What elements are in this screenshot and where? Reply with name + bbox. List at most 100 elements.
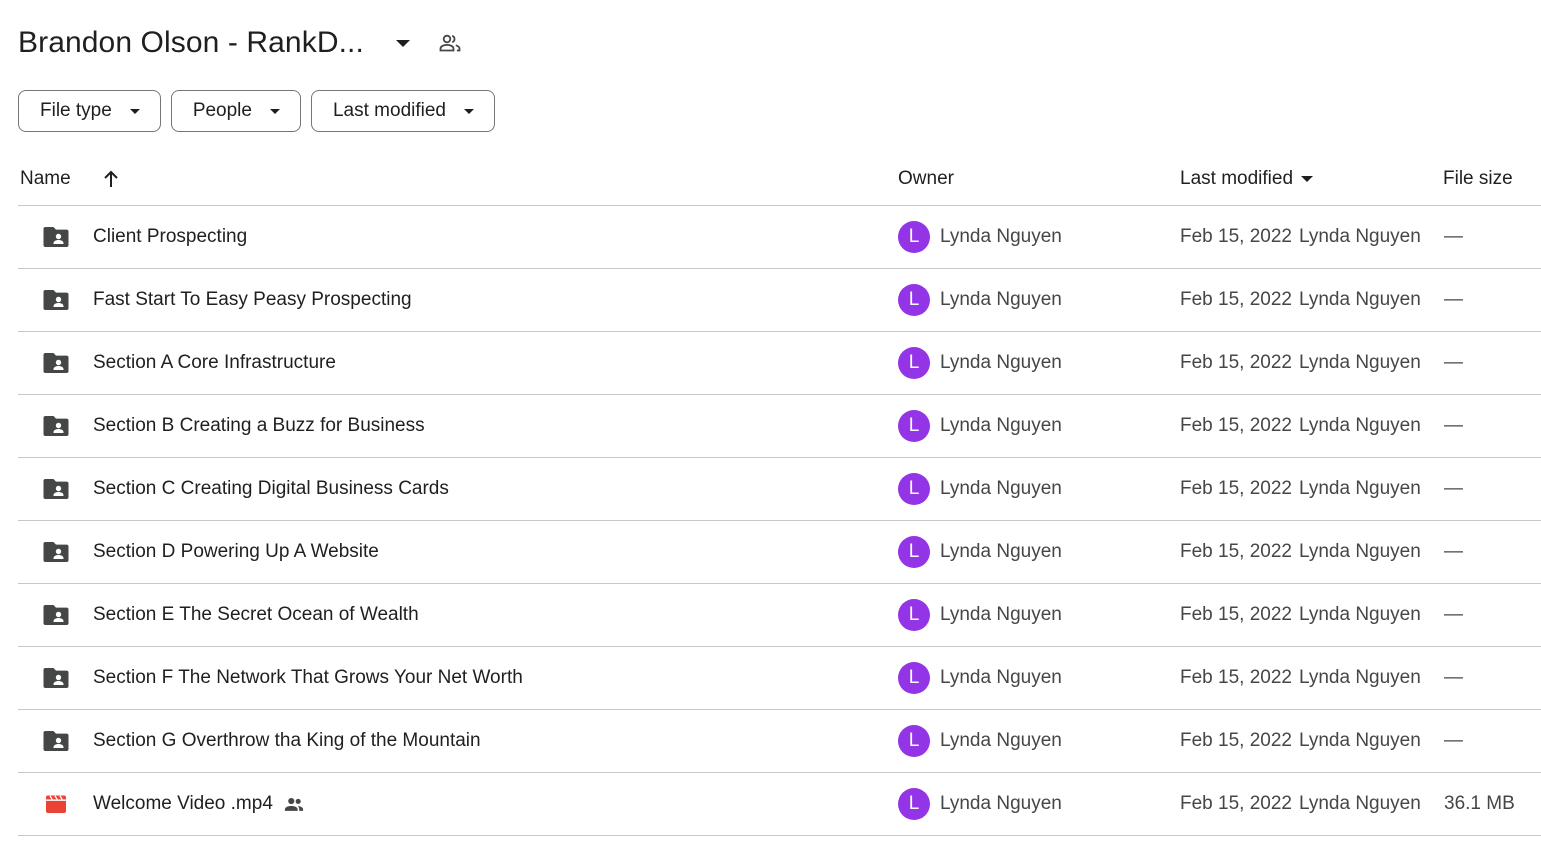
file-size: — — [1444, 352, 1463, 373]
modified-date: Feb 15, 2022 — [1180, 415, 1292, 436]
last-modified-filter[interactable]: Last modified — [310, 90, 495, 132]
page-header: Brandon Olson - RankD... — [18, 22, 462, 64]
owner-name: Lynda Nguyen — [940, 415, 1062, 436]
owner-name: Lynda Nguyen — [940, 604, 1062, 625]
people-filter[interactable]: People — [170, 90, 301, 132]
table-row[interactable]: Section E The Secret Ocean of Wealth L Lyn… — [18, 584, 1541, 647]
shared-folder-icon — [42, 477, 70, 501]
file-size-column-header[interactable]: File size — [1443, 168, 1513, 190]
modified-by: Lynda Nguyen — [1298, 730, 1421, 751]
file-name[interactable]: Section C Creating Digital Business Card… — [93, 478, 449, 500]
file-name[interactable]: Section B Creating a Buzz for Business — [93, 415, 425, 437]
last-modified-column-header[interactable]: Last modified — [1180, 168, 1443, 190]
avatar: L — [898, 221, 930, 253]
modified-date: Feb 15, 2022 — [1180, 541, 1292, 562]
modified-date: Feb 15, 2022 — [1180, 352, 1292, 373]
file-size: — — [1444, 415, 1463, 436]
modified-date: Feb 15, 2022 — [1180, 226, 1292, 247]
modified-by: Lynda Nguyen — [1298, 793, 1421, 814]
file-size: 36.1 MB — [1444, 793, 1515, 814]
table-row[interactable]: Section C Creating Digital Business Card… — [18, 458, 1541, 521]
avatar: L — [898, 347, 930, 379]
modified-date: Feb 15, 2022 — [1180, 604, 1292, 625]
modified-date: Feb 15, 2022 — [1180, 730, 1292, 751]
avatar: L — [898, 473, 930, 505]
video-file-icon — [42, 792, 70, 816]
modified-by: Lynda Nguyen — [1298, 478, 1421, 499]
dropdown-arrow-icon — [129, 108, 140, 114]
modified-by: Lynda Nguyen — [1298, 415, 1421, 436]
modified-by: Lynda Nguyen — [1298, 541, 1421, 562]
modified-date: Feb 15, 2022 — [1180, 793, 1292, 814]
table-row[interactable]: Fast Start To Easy Peasy Prospecting L Lyn… — [18, 269, 1541, 332]
file-name[interactable]: Fast Start To Easy Peasy Prospecting — [93, 289, 412, 311]
name-column-header[interactable]: Name — [20, 168, 71, 190]
file-type-filter[interactable]: File type — [18, 90, 161, 132]
shared-folder-icon — [42, 225, 70, 249]
owner-name: Lynda Nguyen — [940, 730, 1062, 751]
avatar: L — [898, 536, 930, 568]
folder-menu-dropdown-icon[interactable] — [390, 30, 416, 56]
table-row[interactable]: Section F The Network That Grows Your Ne… — [18, 647, 1541, 710]
sort-dropdown-icon — [1301, 175, 1314, 182]
file-name[interactable]: Section F The Network That Grows Your Ne… — [93, 667, 523, 689]
table-row[interactable]: Client Prospecting L Lynda Nguyen Feb 15, 2… — [18, 206, 1541, 269]
owner-name: Lynda Nguyen — [940, 541, 1062, 562]
file-size: — — [1444, 667, 1463, 688]
shared-folder-icon — [42, 540, 70, 564]
table-row[interactable]: Section B Creating a Buzz for Business L L… — [18, 395, 1541, 458]
owner-column-header[interactable]: Owner — [898, 168, 954, 190]
avatar: L — [898, 725, 930, 757]
modified-date: Feb 15, 2022 — [1180, 289, 1292, 310]
modified-by: Lynda Nguyen — [1298, 604, 1421, 625]
modified-by: Lynda Nguyen — [1298, 289, 1421, 310]
file-type-filter-label: File type — [40, 100, 112, 121]
people-filter-label: People — [192, 100, 252, 121]
modified-by: Lynda Nguyen — [1298, 226, 1421, 247]
modified-date: Feb 15, 2022 — [1180, 667, 1292, 688]
table-row[interactable]: Section G Overthrow tha King of the Moun… — [18, 710, 1541, 773]
people-icon[interactable] — [438, 31, 462, 55]
shared-folder-icon — [42, 288, 70, 312]
file-name[interactable]: Section D Powering Up A Website — [93, 541, 379, 563]
dropdown-arrow-icon — [269, 108, 280, 114]
table-header: Name Owner Last modified File size — [18, 152, 1541, 206]
last-modified-column-label: Last modified — [1180, 167, 1294, 189]
sort-ascending-arrow-icon[interactable] — [101, 169, 121, 189]
owner-name: Lynda Nguyen — [940, 667, 1062, 688]
file-size: — — [1444, 478, 1463, 499]
dropdown-arrow-icon — [464, 108, 474, 114]
shared-folder-icon — [42, 729, 70, 753]
avatar: L — [898, 284, 930, 316]
avatar: L — [898, 410, 930, 442]
shared-folder-icon — [42, 414, 70, 438]
owner-name: Lynda Nguyen — [940, 289, 1062, 310]
owner-name: Lynda Nguyen — [940, 793, 1062, 814]
file-size: — — [1444, 604, 1463, 625]
folder-title[interactable]: Brandon Olson - RankD... — [18, 26, 364, 60]
owner-name: Lynda Nguyen — [940, 352, 1062, 373]
file-size: — — [1444, 226, 1463, 247]
table-row[interactable]: Welcome Video .mp4 L Lynda Nguyen Feb 15, 2… — [18, 773, 1541, 836]
avatar: L — [898, 788, 930, 820]
shared-folder-icon — [42, 666, 70, 690]
table-row[interactable]: Section A Core Infrastructure L Lynda Nguy… — [18, 332, 1541, 395]
file-name[interactable]: Welcome Video .mp4 — [93, 793, 273, 815]
shared-folder-icon — [42, 603, 70, 627]
modified-by: Lynda Nguyen — [1298, 667, 1421, 688]
table-row[interactable]: Section D Powering Up A Website L Lynda Ng… — [18, 521, 1541, 584]
file-size: — — [1444, 289, 1463, 310]
file-name[interactable]: Client Prospecting — [93, 226, 247, 248]
table-body: Client Prospecting L Lynda Nguyen Feb 15, 2… — [18, 206, 1541, 836]
file-name[interactable]: Section G Overthrow tha King of the Moun… — [93, 730, 481, 752]
file-list: Name Owner Last modified File size Clien… — [18, 152, 1541, 836]
shared-people-icon — [283, 793, 305, 815]
avatar: L — [898, 599, 930, 631]
file-size: — — [1444, 730, 1463, 751]
owner-name: Lynda Nguyen — [940, 226, 1062, 247]
file-name[interactable]: Section A Core Infrastructure — [93, 352, 336, 374]
owner-name: Lynda Nguyen — [940, 478, 1062, 499]
filter-bar: File type People Last modified — [18, 90, 495, 132]
file-name[interactable]: Section E The Secret Ocean of Wealth — [93, 604, 419, 626]
modified-date: Feb 15, 2022 — [1180, 478, 1292, 499]
